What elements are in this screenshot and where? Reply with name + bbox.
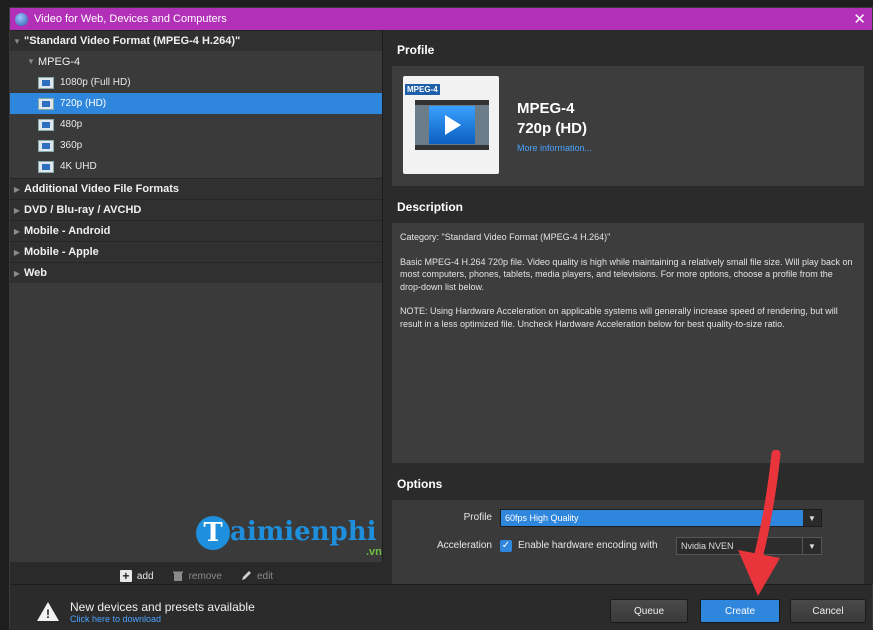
hw-encoding-label: Enable hardware encoding with [518, 540, 658, 551]
tree-category-dvd-bluray[interactable]: ▶ DVD / Blu-ray / AVCHD [10, 199, 382, 220]
format-thumbnail: MPEG-4 [403, 76, 499, 174]
description-body: Basic MPEG-4 H.264 720p file. Video qual… [400, 256, 853, 292]
tree-preset-480p[interactable]: 480p [10, 114, 382, 135]
trash-icon [172, 571, 183, 581]
watermark-suffix: .vn [366, 546, 382, 558]
close-icon[interactable]: ✕ [853, 10, 866, 28]
options-box: Profile 60fps High Quality ▼ Acceleratio… [392, 500, 864, 584]
hw-encoding-checkbox[interactable]: ✓ [500, 540, 512, 552]
cancel-button[interactable]: Cancel [790, 599, 866, 623]
title-bar: Video for Web, Devices and Computers ✕ [10, 8, 872, 30]
watermark-text: aimienphi [230, 517, 377, 547]
play-icon [445, 115, 461, 135]
tree-preset-4k[interactable]: 4K UHD [10, 156, 382, 177]
window-title: Video for Web, Devices and Computers [34, 13, 227, 25]
tree-category-mobile-apple[interactable]: ▶ Mobile - Apple [10, 241, 382, 262]
warning-mark: ! [46, 607, 50, 621]
details-panel: Profile MPEG-4 MPEG-4 720p (HD) More inf… [383, 30, 873, 584]
app-globe-icon [15, 12, 28, 26]
plus-icon: + [119, 570, 132, 582]
description-note: NOTE: Using Hardware Acceleration on app… [400, 306, 838, 329]
tree-preset-1080p[interactable]: 1080p (Full HD) [10, 72, 382, 93]
tree-preset-360p[interactable]: 360p [10, 135, 382, 156]
checkmark-icon: ✓ [501, 540, 511, 551]
collapse-arrow-icon[interactable]: ▼ [10, 37, 24, 46]
video-file-icon [38, 97, 54, 110]
expand-arrow-icon[interactable]: ▶ [10, 185, 24, 194]
create-button[interactable]: Create [700, 599, 780, 623]
preset-tree: ▼ "Standard Video Format (MPEG-4 H.264)"… [10, 30, 383, 584]
video-file-icon [38, 139, 54, 152]
annotation-arrow [738, 450, 781, 596]
tree-preset-720p[interactable]: 720p (HD) [10, 93, 382, 114]
chevron-down-icon: ▼ [803, 510, 821, 526]
profile-name: MPEG-4 [517, 100, 575, 117]
chevron-down-icon: ▼ [802, 538, 821, 554]
acceleration-label: Acceleration [436, 540, 492, 551]
add-button[interactable]: + add [119, 570, 154, 582]
options-header: Options [389, 472, 866, 496]
collapse-arrow-icon[interactable]: ▼ [24, 57, 38, 66]
queue-button[interactable]: Queue [610, 599, 688, 623]
profile-box: MPEG-4 MPEG-4 720p (HD) More information… [392, 66, 864, 186]
profile-resolution: 720p (HD) [517, 120, 588, 137]
more-information-link[interactable]: More information... [517, 143, 592, 153]
video-file-icon [38, 118, 54, 131]
tree-category-standard[interactable]: ▼ "Standard Video Format (MPEG-4 H.264)" [10, 30, 382, 51]
profile-option-label: Profile [463, 512, 492, 523]
format-tag: MPEG-4 [405, 84, 440, 95]
download-link[interactable]: Click here to download [70, 614, 161, 624]
tree-group-mpeg4[interactable]: ▼ MPEG-4 [10, 51, 382, 72]
expand-arrow-icon[interactable]: ▶ [10, 206, 24, 215]
tree-category-additional-formats[interactable]: ▶ Additional Video File Formats [10, 178, 382, 199]
video-file-icon [38, 76, 54, 89]
description-header: Description [389, 195, 866, 219]
site-watermark: T aimienphi .vn [196, 513, 386, 573]
watermark-logo: T [196, 516, 230, 550]
expand-arrow-icon[interactable]: ▶ [10, 227, 24, 236]
profile-header: Profile [389, 38, 866, 62]
tree-category-web[interactable]: ▶ Web [10, 262, 382, 283]
expand-arrow-icon[interactable]: ▶ [10, 248, 24, 257]
expand-arrow-icon[interactable]: ▶ [10, 269, 24, 278]
notice-title: New devices and presets available [70, 600, 255, 614]
description-category: Category: "Standard Video Format (MPEG-4… [400, 232, 611, 242]
video-file-icon [38, 160, 54, 173]
tree-category-mobile-android[interactable]: ▶ Mobile - Android [10, 220, 382, 241]
description-box: Category: "Standard Video Format (MPEG-4… [392, 223, 864, 463]
